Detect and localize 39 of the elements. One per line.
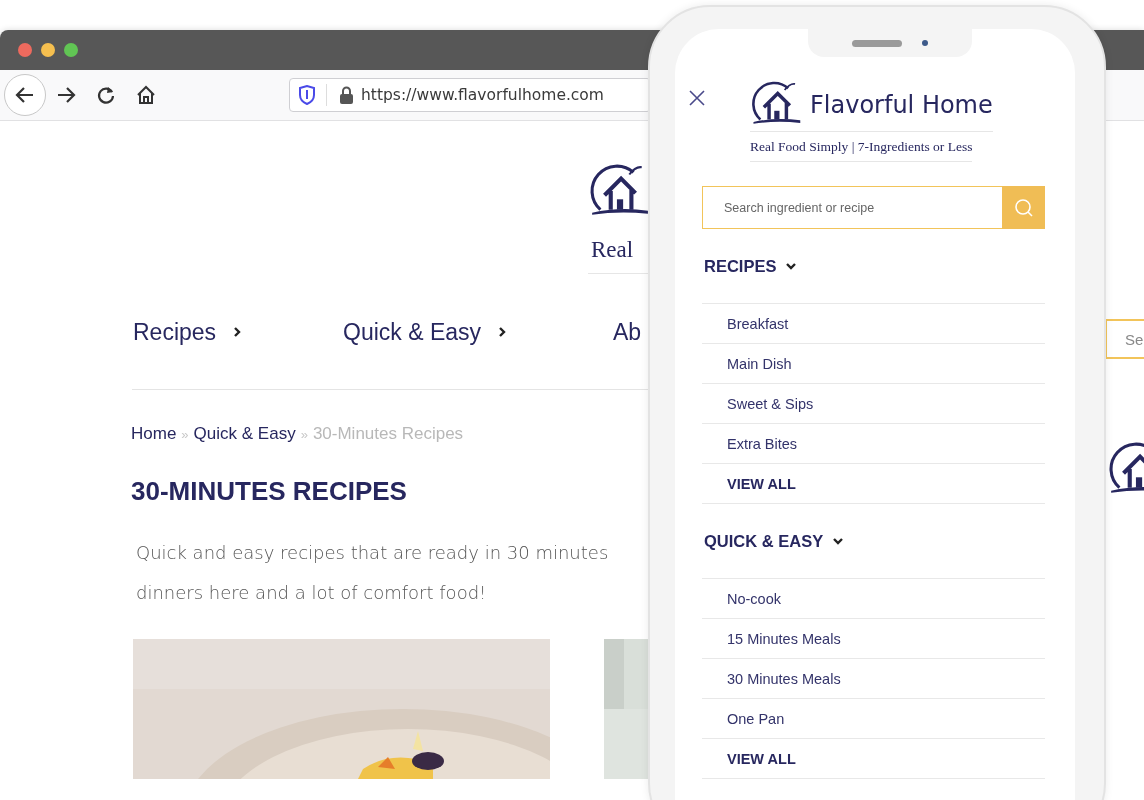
address-bar[interactable]: https://www.flavorfulhome.com (289, 78, 651, 112)
close-icon (688, 89, 706, 107)
lock-icon (339, 86, 354, 104)
menu-section-toggle[interactable]: QUICK & EASY (702, 504, 1045, 579)
view-all-link[interactable]: VIEW ALL (702, 739, 1045, 779)
shield-icon (298, 85, 316, 105)
speaker-grille (852, 39, 902, 47)
view-all-link[interactable]: VIEW ALL (702, 464, 1045, 504)
back-button[interactable] (4, 74, 46, 116)
menu-section-toggle[interactable]: RECIPES (702, 229, 1045, 304)
menu-link[interactable]: 15 Minutes Meals (702, 619, 1045, 659)
brand-name: Flavorful Home (810, 91, 993, 119)
menu-link[interactable]: Breakfast (702, 304, 1045, 344)
maximize-window-button[interactable] (64, 43, 78, 57)
menu-link[interactable]: Main Dish (702, 344, 1045, 384)
breadcrumb-separator: » (181, 427, 189, 442)
breadcrumb-link[interactable]: Home (131, 424, 177, 444)
house-logo-icon (750, 81, 802, 125)
breadcrumb-separator: » (300, 427, 308, 442)
search-icon (1013, 197, 1034, 218)
nav-link[interactable]: Recipes (133, 318, 343, 346)
breadcrumb-current: 30-Minutes Recipes (312, 424, 464, 444)
breadcrumb-link[interactable]: Quick & Easy (193, 424, 296, 444)
search-field[interactable]: Search ingredient or recipe (702, 186, 1002, 229)
nav-link[interactable]: Ab (613, 318, 648, 346)
menu-link[interactable]: 30 Minutes Meals (702, 659, 1045, 699)
page-heading: 30-MINUTES RECIPES (131, 476, 408, 507)
url-text: https://www.flavorfulhome.com (361, 86, 604, 104)
tagline: Real Food Simply | 7-Ingredients or Less (750, 132, 973, 162)
menu-link[interactable]: One Pan (702, 699, 1045, 739)
intro-text: Quick and easy recipes that are ready in 30 minutes dinners here and a lot of comfort food! (136, 541, 610, 605)
menu-link[interactable]: Sweet & Sips (702, 384, 1045, 424)
menu-link[interactable]: No-cook (702, 579, 1045, 619)
menu-link[interactable]: Extra Bites (702, 424, 1045, 464)
minimize-window-button[interactable] (41, 43, 55, 57)
reload-icon (95, 84, 117, 106)
nav-link[interactable]: Quick & Easy (343, 318, 613, 346)
home-icon (135, 84, 157, 106)
camera-dot (922, 40, 928, 46)
